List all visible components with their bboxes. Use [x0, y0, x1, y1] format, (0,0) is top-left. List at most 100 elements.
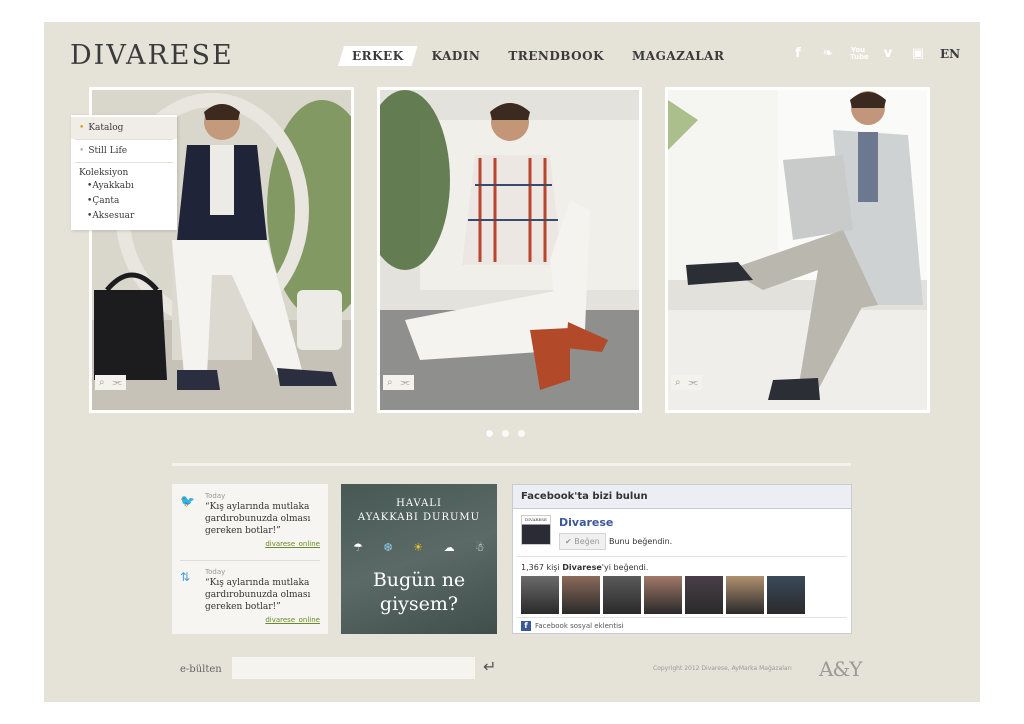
menu-item-label: Still Life [88, 146, 128, 156]
card-tools-1: ⌕ ⫘ [95, 375, 126, 390]
tweet-text: “Kış aylarında mutlaka gardırobunuzda ol… [205, 578, 311, 612]
tweet-time: Today [205, 568, 226, 576]
product-card-2[interactable]: ⌕ ⫘ [377, 87, 642, 413]
menu-heading-koleksiyon: Koleksiyon [79, 168, 129, 178]
facebook-page-info: DIVARESE Divarese ✔ Beğen Bunu beğendin. [517, 509, 847, 557]
nav-erkek[interactable]: ERKEK [338, 46, 418, 66]
facebook-plugin-footer: f Facebook sosyal eklentisi [517, 617, 847, 633]
weather-title-line-1: HAVALI [396, 498, 442, 509]
menu-item-still-life[interactable]: • Still Life [71, 140, 177, 162]
menu-item-label: Aksesuar [92, 211, 135, 221]
tweet-time: Today [205, 492, 226, 500]
share-icon[interactable]: ⫘ [113, 377, 122, 388]
photo-illustration-3 [668, 90, 927, 410]
menu-item-ayakkabi[interactable]: •Ayakkabı [71, 179, 177, 194]
zoom-icon[interactable]: ⌕ [675, 377, 681, 388]
cloud-icon: ☁ [443, 541, 455, 554]
social-links: f ❧ You Tube v ▣ EN [790, 46, 960, 61]
category-dropdown-menu: • Katalog • Still Life Koleksiyon •Ayakkab… [71, 115, 177, 230]
facebook-fans [513, 576, 851, 614]
facebook-liked-status: Bunu beğendin. [609, 537, 673, 546]
umbrella-icon: ☂ [353, 541, 363, 554]
fan-avatar[interactable] [644, 576, 682, 614]
main-nav: ERKEK KADIN TRENDBOOK MAGAZALAR [338, 46, 738, 66]
product-photo-2[interactable]: ⌕ ⫘ [380, 90, 639, 410]
weather-subtitle: Bugün ne giysem? [341, 568, 497, 616]
carousel-dot-1[interactable] [486, 430, 493, 437]
snowman-icon: ☃ [475, 541, 485, 554]
zoom-icon[interactable]: ⌕ [99, 377, 105, 388]
twitter-feed: 🐦 Today “Kış aylarında mutlaka gardırobu… [172, 484, 328, 634]
tweet-item: 🐦 Today “Kış aylarında mutlaka gardırobu… [180, 492, 320, 560]
newsletter-label: e-bülten [180, 664, 222, 675]
vimeo-icon[interactable]: v [880, 46, 896, 61]
youtube-icon-bottom: Tube [850, 52, 869, 61]
weather-subtitle-line-2: giysem? [379, 593, 459, 615]
facebook-plugin-label[interactable]: Facebook sosyal eklentisi [535, 622, 624, 630]
facebook-like-box: Facebook'ta bizi bulun DIVARESE Divarese… [512, 484, 852, 634]
snow-icon: ❆ [383, 541, 393, 554]
menu-item-label: Katalog [88, 123, 124, 133]
facebook-icon: f [521, 620, 531, 631]
weather-icons: ☂ ❆ ☀ ☁ ☃ [341, 541, 497, 554]
fan-avatar[interactable] [562, 576, 600, 614]
sun-icon: ☀ [413, 541, 424, 554]
menu-item-katalog[interactable]: • Katalog [71, 117, 177, 139]
like-count-prefix: 1,367 kişi [521, 563, 563, 572]
bullet-icon: • [79, 146, 85, 156]
weather-widget[interactable]: HAVALI AYAKKABI DURUMU ☂ ❆ ☀ ☁ ☃ Bugün n… [341, 484, 497, 634]
facebook-icon[interactable]: f [790, 46, 806, 61]
bullet-icon: • [79, 123, 85, 133]
copyright-text: Copyright 2012 Divarese, AyMarka Mağazal… [653, 665, 792, 672]
menu-item-label: Çanta [92, 196, 120, 206]
aymarka-logo[interactable]: A&Y [819, 657, 862, 681]
card-tools-3: ⌕ ⫘ [671, 375, 702, 390]
instagram-icon[interactable]: ▣ [910, 46, 926, 61]
fan-avatar[interactable] [726, 576, 764, 614]
tweet-author-link[interactable]: divarese_online [205, 616, 320, 624]
share-icon[interactable]: ⫘ [689, 377, 698, 388]
product-photo-3[interactable]: ⌕ ⫘ [668, 90, 927, 410]
divarese-logo[interactable]: DIVARESE [70, 40, 234, 71]
carousel-pagination [486, 430, 525, 437]
twitter-bird-icon: 🐦 [180, 494, 195, 508]
fan-avatar[interactable] [521, 576, 559, 614]
facebook-like-count: 1,367 kişi Divarese'yi beğendi. [513, 557, 851, 576]
newsletter-email-input[interactable] [232, 657, 475, 679]
carousel-dot-3[interactable] [518, 430, 525, 437]
zoom-icon[interactable]: ⌕ [387, 377, 393, 388]
menu-item-canta[interactable]: •Çanta [71, 194, 177, 209]
facebook-page-avatar-text: DIVARESE [525, 517, 547, 522]
tweet-text: “Kış aylarında mutlaka gardırobunuzda ol… [205, 502, 311, 536]
share-icon[interactable]: ⫘ [401, 377, 410, 388]
language-switch[interactable]: EN [940, 47, 960, 61]
facebook-page-avatar[interactable]: DIVARESE [521, 515, 551, 545]
like-count-name: Divarese [562, 563, 602, 572]
page-stage: DIVARESE ERKEK KADIN TRENDBOOK MAGAZALAR… [44, 22, 980, 702]
weather-title-line-2: AYAKKABI DURUMU [357, 512, 481, 523]
photo-illustration-2 [380, 90, 639, 410]
nav-kadin[interactable]: KADIN [418, 46, 495, 66]
youtube-icon[interactable]: You Tube [850, 46, 869, 61]
facebook-box-title: Facebook'ta bizi bulun [513, 485, 851, 509]
like-count-suffix: 'yi beğendi. [601, 563, 649, 572]
section-divider [172, 463, 851, 466]
fan-avatar[interactable] [685, 576, 723, 614]
tweet-item: ⇅ Today “Kış aylarında mutlaka gardırobu… [180, 560, 320, 628]
menu-item-label: Ayakkabı [92, 181, 134, 191]
nav-magazalar[interactable]: MAGAZALAR [618, 46, 738, 66]
fan-avatar[interactable] [767, 576, 805, 614]
nav-trendbook[interactable]: TRENDBOOK [494, 46, 618, 66]
newsletter-submit-icon[interactable]: ↵ [483, 657, 496, 676]
menu-item-aksesuar[interactable]: •Aksesuar [71, 209, 177, 224]
weather-title: HAVALI AYAKKABI DURUMU [341, 497, 497, 525]
fan-avatar[interactable] [603, 576, 641, 614]
carousel-dot-2[interactable] [502, 430, 509, 437]
weather-subtitle-line-1: Bugün ne [372, 569, 466, 591]
facebook-like-button[interactable]: ✔ Beğen [559, 533, 606, 550]
tweet-author-link[interactable]: divarese_online [205, 540, 320, 548]
facebook-page-name[interactable]: Divarese [559, 516, 613, 529]
twitter-icon[interactable]: ❧ [820, 46, 836, 61]
retweet-icon: ⇅ [180, 570, 191, 584]
product-card-3[interactable]: ⌕ ⫘ [665, 87, 930, 413]
